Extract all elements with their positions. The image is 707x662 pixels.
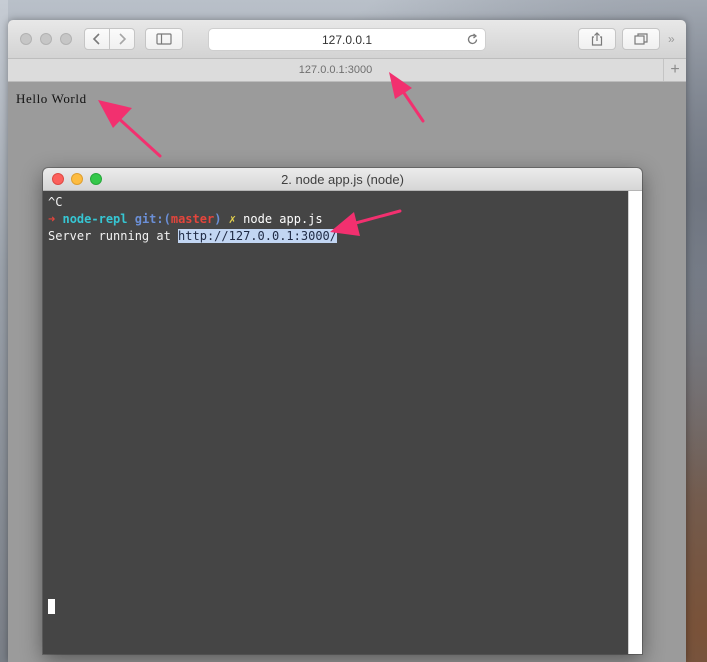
terminal-prompt-line: ➜ node-repl git:(master) ✗ node app.js	[48, 211, 323, 228]
sidebar-icon	[156, 33, 172, 45]
prompt-directory: node-repl	[62, 212, 128, 226]
terminal-line: ^C	[48, 194, 62, 211]
back-icon	[92, 33, 100, 45]
address-text: 127.0.0.1	[321, 32, 373, 47]
share-icon	[591, 32, 603, 46]
tab-active[interactable]: 127.0.0.1:3000	[8, 59, 663, 81]
server-url-link[interactable]: http://127.0.0.1:3000/	[178, 229, 337, 243]
address-bar[interactable]: 127.0.0.1	[208, 28, 486, 51]
forward-icon	[119, 33, 127, 45]
more-icon[interactable]: »	[668, 32, 675, 46]
tab-bar: 127.0.0.1:3000 +	[8, 59, 686, 82]
browser-zoom-button[interactable]	[60, 33, 72, 45]
plus-icon: +	[670, 61, 680, 78]
forward-button[interactable]	[109, 28, 135, 50]
tabs-overview-button[interactable]	[622, 28, 660, 50]
terminal-cursor	[48, 599, 55, 614]
prompt-branch: master	[170, 212, 215, 226]
terminal-window: 2. node app.js (node) ^C ➜ node-repl git…	[43, 168, 642, 654]
desktop-edge	[0, 0, 8, 662]
browser-close-button[interactable]	[20, 33, 32, 45]
prompt-arrow-icon: ➜	[48, 212, 56, 226]
prompt-git-prefix: git:(	[134, 212, 171, 226]
browser-minimize-button[interactable]	[40, 33, 52, 45]
interrupt-text: ^C	[48, 195, 63, 209]
terminal-title: 2. node app.js (node)	[281, 171, 404, 187]
command-text: node app.js	[243, 212, 323, 226]
terminal-line: Server running at http://127.0.0.1:3000/	[48, 228, 337, 245]
browser-toolbar: 127.0.0.1 »	[8, 20, 686, 59]
sidebar-button[interactable]	[145, 28, 183, 50]
terminal-scrollbar[interactable]	[628, 191, 642, 654]
server-text: Server running at	[48, 229, 179, 243]
back-button[interactable]	[84, 28, 110, 50]
new-tab-button[interactable]: +	[663, 59, 686, 81]
terminal-titlebar[interactable]: 2. node app.js (node)	[43, 168, 642, 191]
tabs-overview-icon	[634, 33, 648, 45]
terminal-output[interactable]: ^C ➜ node-repl git:(master) ✗ node app.j…	[43, 191, 628, 654]
page-text: Hello World	[16, 91, 87, 106]
prompt-dirty-icon: ✗	[228, 212, 236, 226]
tab-title: 127.0.0.1:3000	[298, 64, 373, 76]
reload-icon[interactable]	[466, 33, 479, 46]
share-button[interactable]	[578, 28, 616, 50]
prompt-git-suffix: )	[214, 212, 222, 226]
